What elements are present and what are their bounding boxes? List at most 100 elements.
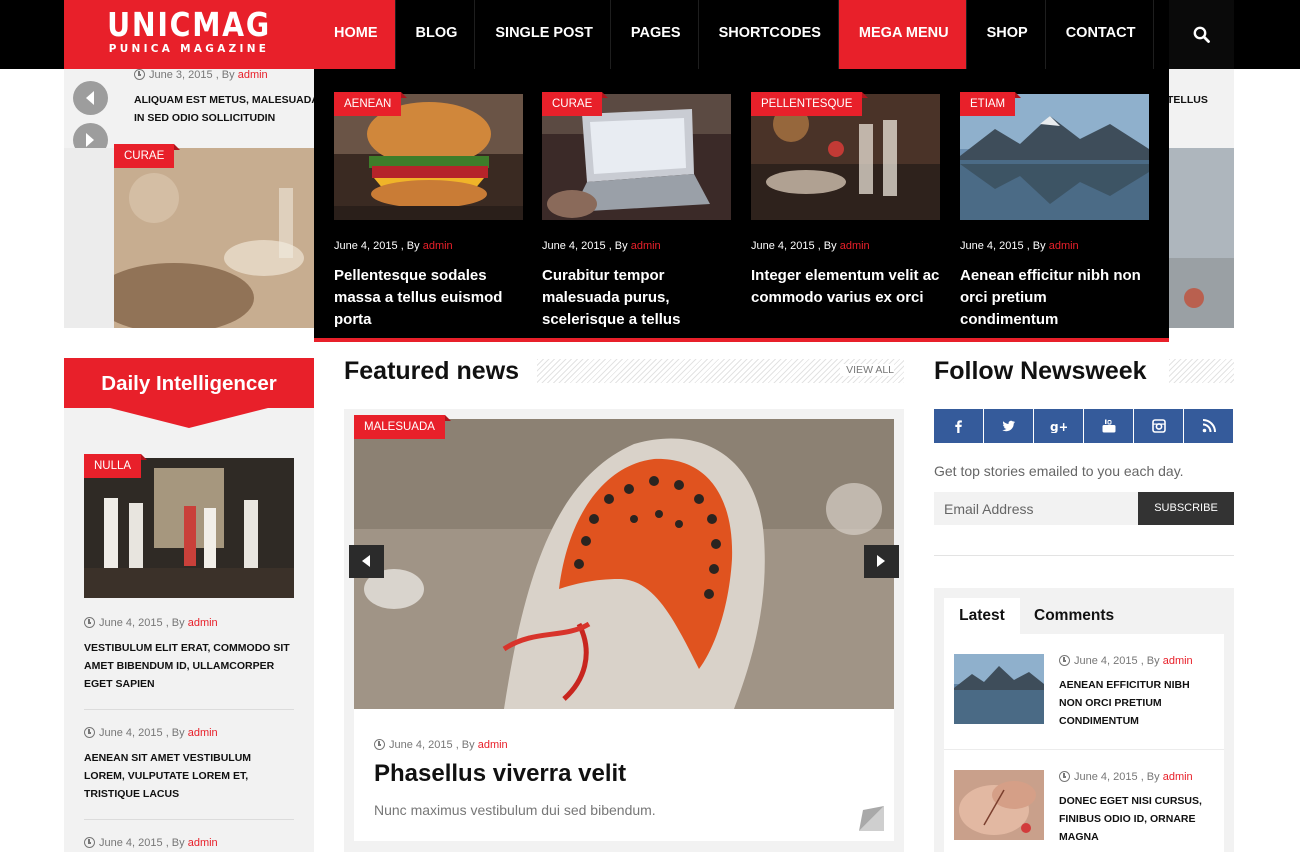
featured-post-card: June 4, 2015 , By admin Phasellus viverr… — [354, 709, 894, 841]
daily-post-meta: June 4, 2015 , By admin — [84, 616, 294, 630]
slide-left-category-tag[interactable]: CURAE — [114, 144, 181, 168]
daily-post-meta: June 4, 2015 , By admin — [84, 836, 294, 850]
mega-item[interactable]: ETIAM June 4, 2015 , By admin Aenean eff… — [960, 92, 1149, 331]
featured-post-meta: June 4, 2015 , By admin — [374, 738, 508, 752]
google-plus-button[interactable]: g+ — [1034, 409, 1083, 443]
site-logo[interactable]: UNICMAG PUNICA MAGAZINE — [64, 0, 314, 69]
featured-post-author-link[interactable]: admin — [478, 739, 508, 751]
divider — [934, 555, 1234, 556]
latest-item-author-link[interactable]: admin — [1163, 655, 1193, 667]
mega-item-title[interactable]: Curabitur tempor malesuada purus, sceler… — [542, 265, 731, 331]
daily-post-title[interactable]: AENEAN SIT AMET VESTIBULUM LOREM, VULPUT… — [84, 749, 294, 803]
daily-category-tag[interactable]: NULLA — [84, 454, 148, 478]
daily-post-date: June 4, 2015 — [99, 727, 163, 739]
divider — [84, 819, 294, 820]
nav-shortcodes[interactable]: SHORTCODES — [699, 0, 839, 69]
daily-post-author-link[interactable]: admin — [188, 617, 218, 629]
email-field[interactable] — [934, 492, 1138, 525]
heading-pointer — [110, 408, 268, 428]
search-button[interactable] — [1169, 0, 1234, 69]
mega-item-author-link[interactable]: admin — [631, 240, 661, 252]
nav-shop[interactable]: SHOP — [967, 0, 1046, 69]
latest-thumb[interactable] — [954, 654, 1044, 724]
clock-icon — [1059, 771, 1070, 782]
latest-item-title[interactable]: AENEAN EFFICITUR NIBH NON ORCI PRETIUM C… — [1059, 676, 1214, 730]
featured-post-by: , By — [455, 739, 475, 751]
ticker-title[interactable]: ALIQUAM EST METUS, MALESUADA — [134, 91, 319, 109]
svg-text:g+: g+ — [1050, 420, 1067, 433]
ticker-author-link[interactable]: admin — [238, 69, 268, 81]
nav-blog[interactable]: BLOG — [396, 0, 476, 69]
mega-item-title[interactable]: Integer elementum velit ac commodo variu… — [751, 265, 940, 309]
latest-comments-widget: Latest Comments June 4, 2015 , By admin … — [934, 588, 1234, 852]
view-all-link[interactable]: VIEW ALL — [840, 364, 894, 376]
mega-item-author-link[interactable]: admin — [840, 240, 870, 252]
daily-photo — [84, 458, 294, 598]
daily-post-author-link[interactable]: admin — [188, 837, 218, 849]
featured-image[interactable] — [354, 419, 894, 709]
mega-item-author-link[interactable]: admin — [1049, 240, 1079, 252]
clock-icon — [84, 837, 95, 848]
widget-heading: Daily Intelligencer — [64, 358, 314, 408]
latest-item-author-link[interactable]: admin — [1163, 771, 1193, 783]
nav-single-post[interactable]: SINGLE POST — [475, 0, 611, 69]
featured-prev-button[interactable] — [349, 545, 384, 578]
featured-category-tag[interactable]: MALESUADA — [354, 415, 451, 439]
page-curl-icon — [859, 806, 884, 831]
daily-post-by: , By — [165, 617, 185, 629]
mega-item-tag[interactable]: PELLENTESQUE — [751, 92, 869, 116]
twitter-icon — [1002, 420, 1015, 432]
latest-item-title[interactable]: DONEC EGET NISI CURSUS, FINIBUS ODIO ID,… — [1059, 792, 1214, 846]
mega-item-date: June 4, 2015 — [542, 240, 606, 252]
mega-item[interactable]: AENEAN June 4, 2015 , By admin Pellentes… — [334, 92, 523, 331]
featured-post-title[interactable]: Phasellus viverra velit — [374, 759, 626, 789]
latest-item-by: , By — [1140, 655, 1160, 667]
mega-item-by: , By — [608, 240, 628, 252]
mega-item[interactable]: CURAE June 4, 2015 , By admin Curabitur … — [542, 92, 731, 331]
ticker-date: June 3, 2015 — [149, 69, 213, 81]
featured-next-button[interactable] — [864, 545, 899, 578]
featured-post-date: June 4, 2015 — [389, 739, 453, 751]
mega-item-tag[interactable]: ETIAM — [960, 92, 1022, 116]
mega-item[interactable]: PELLENTESQUE June 4, 2015 , By admin Int… — [751, 92, 940, 309]
nav-contact[interactable]: CONTACT — [1046, 0, 1154, 69]
tab-latest[interactable]: Latest — [944, 598, 1020, 634]
instagram-button[interactable] — [1134, 409, 1183, 443]
facebook-button[interactable] — [934, 409, 983, 443]
nav-pages[interactable]: PAGES — [611, 0, 699, 69]
mega-item-by: , By — [1026, 240, 1046, 252]
clock-icon — [84, 727, 95, 738]
ticker-title-line2[interactable]: IN SED ODIO SOLLICITUDIN — [134, 109, 275, 127]
daily-post-title[interactable]: VESTIBULUM ELIT ERAT, COMMODO SIT AMET B… — [84, 639, 294, 693]
mega-item-title[interactable]: Aenean efficitur nibh non orci pretium c… — [960, 265, 1149, 331]
rss-button[interactable] — [1184, 409, 1233, 443]
slide-image-left[interactable] — [94, 148, 324, 333]
nav-home[interactable]: HOME — [314, 0, 396, 69]
mega-item-title[interactable]: Pellentesque sodales massa a tellus euis… — [334, 265, 523, 331]
search-icon — [1193, 26, 1210, 43]
clock-icon — [374, 739, 385, 750]
daily-post: June 4, 2015 , By admin AENEAN SIT AMET … — [84, 726, 294, 803]
twitter-button[interactable] — [984, 409, 1033, 443]
ticker-prev-button[interactable] — [73, 81, 108, 115]
latest-thumb[interactable] — [954, 770, 1044, 840]
mega-item-tag[interactable]: AENEAN — [334, 92, 408, 116]
daily-post-author-link[interactable]: admin — [188, 727, 218, 739]
daily-featured-image[interactable] — [84, 458, 294, 598]
tab-comments[interactable]: Comments — [1034, 598, 1114, 634]
latest-item-date: June 4, 2015 — [1074, 655, 1138, 667]
youtube-button[interactable] — [1084, 409, 1133, 443]
ticker-right-title[interactable]: TELLUS — [1167, 91, 1208, 109]
ticker-by: , By — [215, 69, 235, 81]
social-links: g+ — [934, 409, 1234, 443]
mega-item-author-link[interactable]: admin — [423, 240, 453, 252]
subscribe-button[interactable]: SUBSCRIBE — [1138, 492, 1234, 525]
featured-header: Featured news VIEW ALL — [344, 356, 904, 386]
daily-intelligencer-widget: Daily Intelligencer NULLA June 4, 2015 ,… — [64, 358, 314, 852]
logo-title: UNICMAG — [107, 5, 271, 44]
divider — [84, 709, 294, 710]
rss-icon — [1202, 419, 1216, 433]
mega-item-date: June 4, 2015 — [334, 240, 398, 252]
mega-item-tag[interactable]: CURAE — [542, 92, 609, 116]
nav-mega-menu[interactable]: MEGA MENU — [838, 0, 967, 69]
